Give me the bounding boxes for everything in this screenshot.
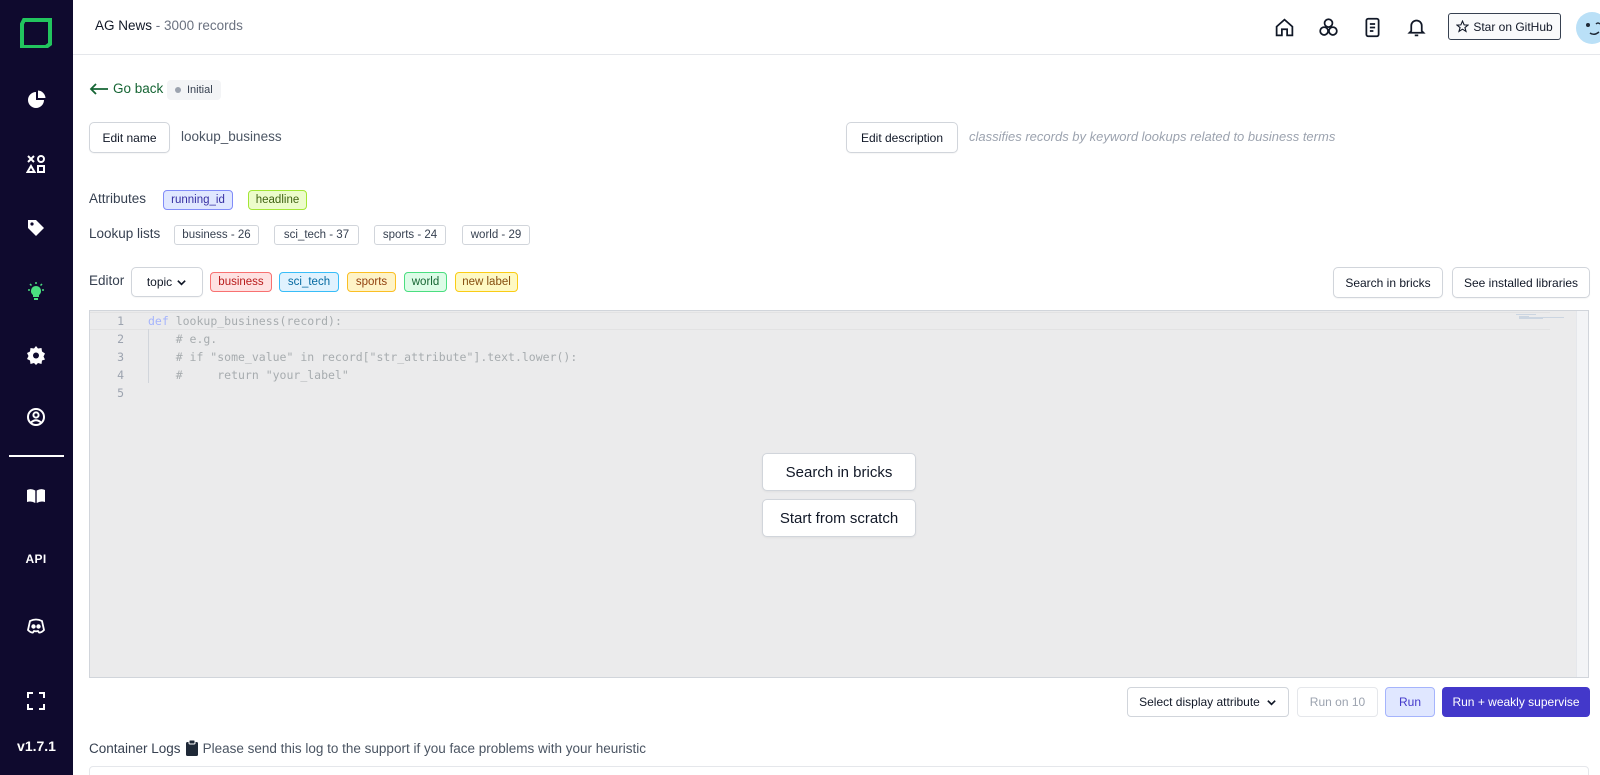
run-weakly-supervise-button[interactable]: Run + weakly supervise: [1442, 687, 1590, 717]
line-number: 4: [117, 368, 124, 382]
container-logs-label: Container Logs: [89, 740, 181, 756]
sidebar-divider: [9, 455, 64, 457]
attribute-chip-headline[interactable]: headline: [248, 190, 307, 210]
code-line: 5: [90, 384, 1550, 402]
discord-icon[interactable]: [20, 610, 52, 642]
docs-icon[interactable]: [20, 480, 52, 512]
search-in-bricks-button[interactable]: Search in bricks: [1333, 267, 1443, 298]
line-number: 1: [117, 314, 124, 328]
label-chip-business[interactable]: business: [210, 272, 272, 292]
see-installed-libraries-button[interactable]: See installed libraries: [1452, 267, 1590, 298]
labeling-icon[interactable]: [20, 212, 52, 244]
project-title: AG News - 3000 records: [95, 18, 243, 33]
lookup-list-world[interactable]: world - 29: [462, 225, 530, 245]
avatar[interactable]: [1576, 12, 1600, 44]
lookup-lists-label: Lookup lists: [89, 226, 161, 241]
code-line: 3 # if "some_value" in record["str_attri…: [90, 348, 1550, 366]
container-logs-box: [89, 766, 1589, 775]
container-logs-hint: Please send this log to the support if y…: [202, 740, 647, 756]
code-editor[interactable]: 1 def lookup_business(record): 2 # e.g. …: [89, 310, 1589, 678]
projects-icon[interactable]: [1316, 15, 1340, 39]
app-logo[interactable]: [20, 18, 52, 49]
label-chip-world[interactable]: world: [404, 272, 447, 292]
star-icon: [1456, 20, 1470, 33]
overview-icon[interactable]: [20, 84, 52, 116]
sidebar: API v1.7.1: [0, 0, 73, 775]
line-number: 2: [117, 332, 124, 346]
editor-label: Editor: [89, 273, 125, 288]
line-number: 3: [117, 350, 124, 364]
code-line: 2 # e.g.: [90, 330, 1550, 348]
home-icon[interactable]: [1272, 15, 1296, 39]
edit-name-button[interactable]: Edit name: [89, 122, 170, 153]
chevron-down-icon: [1267, 699, 1276, 706]
state-dot: [175, 87, 181, 93]
go-back-link[interactable]: Go back: [89, 81, 163, 96]
api-button[interactable]: API: [14, 552, 58, 566]
fullscreen-icon[interactable]: [20, 685, 52, 717]
document-icon[interactable]: [1360, 15, 1384, 39]
state-badge: Initial: [167, 80, 221, 100]
label-chip-new-label[interactable]: new label: [455, 272, 518, 292]
code-text: # return "your_label": [148, 368, 349, 382]
heuristic-name: lookup_business: [181, 129, 282, 144]
version-label: v1.7.1: [17, 738, 56, 754]
app: API v1.7.1 AG News - 3000 records Star o…: [0, 0, 1600, 775]
attributes-label: Attributes: [89, 191, 147, 206]
task-select-value: topic: [146, 275, 173, 289]
chevron-down-icon: [177, 279, 186, 286]
state-label: Initial: [187, 84, 213, 96]
task-select[interactable]: topic: [131, 267, 203, 297]
data-browser-icon[interactable]: [20, 148, 52, 180]
editor-minimap[interactable]: [1516, 314, 1564, 320]
run-on-10-button[interactable]: Run on 10: [1297, 687, 1378, 717]
code-line: 4 # return "your_label": [90, 366, 1550, 384]
select-display-attribute-dropdown[interactable]: Select display attribute: [1127, 687, 1289, 717]
arrow-left-icon: [89, 82, 108, 95]
lookup-list-sci-tech[interactable]: sci_tech - 37: [274, 225, 359, 245]
editor-scrollbar[interactable]: [1576, 311, 1588, 677]
run-button[interactable]: Run: [1385, 687, 1435, 717]
start-from-scratch-button[interactable]: Start from scratch: [762, 499, 916, 537]
code-keyword: def: [148, 314, 169, 328]
clipboard-icon[interactable]: [185, 739, 199, 757]
label-chip-sports[interactable]: sports: [347, 272, 396, 292]
code-line: 1 def lookup_business(record):: [90, 312, 1550, 330]
code-text: # if "some_value" in record["str_attribu…: [148, 350, 578, 364]
go-back-label: Go back: [113, 81, 164, 96]
top-bar: AG News - 3000 records Star on GitHub: [73, 0, 1600, 55]
lookup-list-sports[interactable]: sports - 24: [374, 225, 446, 245]
notification-bell-icon[interactable]: [1404, 15, 1428, 39]
overlay-search-in-bricks-button[interactable]: Search in bricks: [762, 453, 916, 491]
star-on-github-label: Star on GitHub: [1473, 19, 1553, 34]
heuristic-description: classifies records by keyword lookups re…: [969, 129, 1336, 144]
lookup-list-business[interactable]: business - 26: [174, 225, 259, 245]
edit-description-button[interactable]: Edit description: [846, 122, 958, 153]
container-logs-row: Container Logs Please send this log to t…: [89, 739, 646, 757]
code-text: # e.g.: [148, 332, 218, 346]
attribute-chip-running-id[interactable]: running_id: [163, 190, 233, 210]
users-icon[interactable]: [20, 401, 52, 433]
indent-guide: [148, 329, 149, 383]
title-separator: -: [155, 18, 161, 33]
code-text: lookup_business(record):: [168, 314, 342, 328]
label-chip-sci-tech[interactable]: sci_tech: [279, 272, 339, 292]
record-count: 3000 records: [164, 18, 243, 33]
project-name: AG News: [95, 18, 153, 33]
heuristics-icon[interactable]: [20, 276, 52, 308]
settings-icon[interactable]: [20, 339, 52, 371]
star-on-github-button[interactable]: Star on GitHub: [1448, 13, 1561, 40]
select-display-attribute-label: Select display attribute: [1139, 695, 1260, 709]
line-number: 5: [117, 386, 124, 400]
